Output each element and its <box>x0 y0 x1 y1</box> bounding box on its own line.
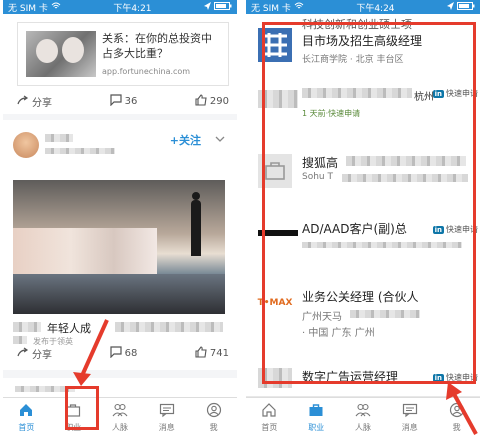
tab-network-label: 人脉 <box>111 422 128 432</box>
left-screenshot: 无 SIM 卡 下午4:21 关系：在你的总投资中占多大比重？ app.fort… <box>3 0 237 436</box>
share-label: 分享 <box>32 97 52 109</box>
article-title: 关系：在你的总投资中占多大比重？ <box>102 32 212 60</box>
redacted-caption-prefix <box>13 322 41 332</box>
feed-card-next[interactable] <box>3 378 237 398</box>
people-icon <box>355 402 371 420</box>
people-icon <box>112 402 128 420</box>
article-url: app.fortunechina.com <box>102 67 191 76</box>
battery-icon <box>213 1 232 13</box>
share-icon <box>17 346 29 361</box>
location-icon <box>446 1 454 13</box>
redacted-caption-rest <box>115 322 223 332</box>
follow-button[interactable]: +关注 <box>170 132 201 148</box>
tab-messages[interactable]: 消息 <box>143 398 190 436</box>
tab-jobs-label: 职业 <box>308 422 325 432</box>
link-preview[interactable]: 关系：在你的总投资中占多大比重？ app.fortunechina.com <box>17 22 229 86</box>
status-bar: 无 SIM 卡 下午4:24 <box>246 0 480 14</box>
thumbs-up-icon <box>195 93 207 109</box>
battery-icon <box>456 1 475 13</box>
feed-card-article[interactable]: 关系：在你的总投资中占多大比重？ app.fortunechina.com 分享… <box>3 14 237 114</box>
carrier-label: 无 SIM 卡 <box>8 3 48 14</box>
tab-network[interactable]: 人脉 <box>97 398 144 436</box>
wifi-icon <box>294 2 304 13</box>
status-time: 下午4:24 <box>356 3 395 14</box>
home-icon <box>18 402 34 420</box>
share-icon <box>17 94 29 109</box>
tab-messages[interactable]: 消息 <box>386 398 433 436</box>
action-bar: 分享 68 741 <box>17 342 229 364</box>
status-bar: 无 SIM 卡 下午4:21 <box>3 0 237 14</box>
tab-home[interactable]: 首页 <box>246 398 293 436</box>
wifi-icon <box>51 2 61 13</box>
comment-icon <box>109 345 122 361</box>
share-button[interactable]: 分享 <box>17 346 52 361</box>
message-icon <box>159 402 175 420</box>
tab-home-label: 首页 <box>18 422 35 432</box>
tab-network-label: 人脉 <box>354 422 371 432</box>
comment-icon <box>109 93 122 109</box>
highlight-arrow <box>71 318 111 392</box>
tab-me[interactable]: 我 <box>190 398 237 436</box>
carrier-label: 无 SIM 卡 <box>251 3 291 14</box>
like-count: 290 <box>209 95 229 107</box>
status-time: 下午4:21 <box>113 3 152 14</box>
comment-button[interactable]: 36 <box>109 93 138 109</box>
tab-me-label: 我 <box>209 422 218 432</box>
tab-messages-label: 消息 <box>401 422 418 432</box>
home-icon <box>261 402 277 420</box>
briefcase-icon <box>308 402 324 420</box>
right-screenshot: 无 SIM 卡 下午4:24 科技创新和创业硕士项 目市场及招生高级经理 长江商… <box>246 0 480 436</box>
location-icon <box>203 1 211 13</box>
feed-card-post[interactable]: +关注 年轻人成 发布于领英 分享 68 741 <box>3 120 237 370</box>
like-count: 741 <box>209 347 229 359</box>
tab-jobs[interactable]: 职业 <box>293 398 340 436</box>
redacted-name <box>45 134 73 142</box>
thumbs-up-icon <box>195 345 207 361</box>
share-button[interactable]: 分享 <box>17 94 52 109</box>
highlight-arrow <box>442 380 480 436</box>
tab-messages-label: 消息 <box>158 422 175 432</box>
chevron-down-icon[interactable] <box>215 132 225 145</box>
tab-bar: 首页 职业 人脉 消息 我 <box>3 397 237 436</box>
like-button[interactable]: 741 <box>195 345 229 361</box>
highlight-box-job-list <box>262 22 476 384</box>
profile-icon <box>206 402 222 420</box>
redacted-image-area <box>13 228 157 274</box>
tab-home[interactable]: 首页 <box>3 398 50 436</box>
like-button[interactable]: 290 <box>195 93 229 109</box>
article-thumbnail <box>26 31 96 77</box>
comment-count: 36 <box>124 95 138 107</box>
post-image[interactable] <box>13 180 225 314</box>
highlight-box-jobs-tab <box>65 386 99 430</box>
share-label: 分享 <box>32 349 52 361</box>
tab-network[interactable]: 人脉 <box>340 398 387 436</box>
message-icon <box>402 402 418 420</box>
comment-count: 68 <box>124 347 138 359</box>
redacted-headline <box>45 148 115 154</box>
tab-home-label: 首页 <box>261 422 278 432</box>
comment-button[interactable]: 68 <box>109 345 138 361</box>
avatar[interactable] <box>13 132 39 158</box>
action-bar: 分享 36 290 <box>17 90 229 112</box>
